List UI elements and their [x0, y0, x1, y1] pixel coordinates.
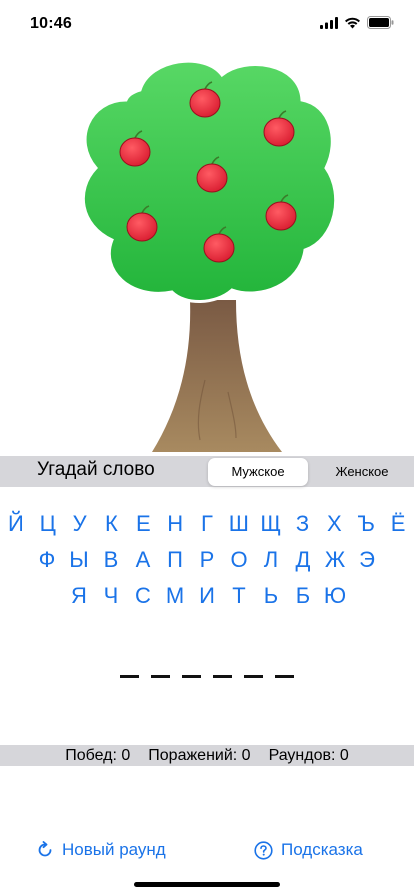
letter-key[interactable]: Ц — [32, 506, 64, 542]
letter-key[interactable]: Ъ — [350, 506, 382, 542]
segment-female[interactable]: Женское — [312, 458, 412, 486]
hint-label: Подсказка — [281, 840, 363, 859]
letter-key[interactable]: В — [95, 542, 127, 578]
letter-key[interactable]: Н — [159, 506, 191, 542]
letter-key[interactable]: Ю — [319, 578, 351, 614]
letter-key[interactable]: Б — [287, 578, 319, 614]
home-indicator[interactable] — [134, 882, 280, 887]
letter-key[interactable]: Я — [63, 578, 95, 614]
letter-key[interactable]: О — [223, 542, 255, 578]
letter-key[interactable]: Ж — [319, 542, 351, 578]
letter-keyboard: Й Ц У К Е Н Г Ш Щ З Х Ъ Ё Ф Ы В А П Р О … — [0, 506, 414, 614]
page-title: Угадай слово — [37, 459, 155, 480]
letter-key[interactable]: З — [287, 506, 319, 542]
keyboard-row-2: Ф Ы В А П Р О Л Д Ж Э — [0, 542, 414, 578]
rounds-count: Раундов: 0 — [268, 747, 349, 764]
keyboard-row-3: Я Ч С М И Т Ь Б Ю — [0, 578, 414, 614]
letter-slot — [120, 675, 139, 678]
signal-icon — [320, 16, 338, 29]
letter-key[interactable]: Х — [318, 506, 350, 542]
letter-key[interactable]: У — [64, 506, 96, 542]
new-round-label: Новый раунд — [62, 840, 166, 859]
new-round-button[interactable]: Новый раунд — [36, 840, 166, 860]
letter-key[interactable]: Й — [0, 506, 32, 542]
letter-slot — [182, 675, 201, 678]
gender-segmented-control[interactable]: Мужское Женское — [206, 458, 412, 486]
letter-key[interactable]: Т — [223, 578, 255, 614]
letter-key[interactable]: Щ — [255, 506, 287, 542]
letter-key[interactable]: Ё — [382, 506, 414, 542]
status-icons — [320, 16, 394, 29]
letter-key[interactable]: И — [191, 578, 223, 614]
letter-key[interactable]: А — [127, 542, 159, 578]
game-toolbar: Угадай слово Мужское Женское — [0, 456, 414, 487]
tree-illustration — [0, 48, 414, 456]
letter-key[interactable]: С — [127, 578, 159, 614]
letter-key[interactable]: Д — [287, 542, 319, 578]
letter-key[interactable]: М — [159, 578, 191, 614]
letter-key[interactable]: Ы — [63, 542, 95, 578]
hidden-word — [0, 655, 414, 678]
question-circle-icon — [254, 840, 273, 860]
letter-key[interactable]: Г — [191, 506, 223, 542]
battery-icon — [367, 16, 394, 29]
tree-trunk — [152, 300, 282, 452]
status-bar: 10:46 — [0, 0, 414, 48]
letter-key[interactable]: К — [96, 506, 128, 542]
status-time: 10:46 — [30, 15, 72, 32]
segment-male[interactable]: Мужское — [208, 458, 308, 486]
letter-key[interactable]: П — [159, 542, 191, 578]
letter-slot — [275, 675, 294, 678]
losses-count: Поражений: 0 — [148, 747, 251, 764]
refresh-icon — [38, 841, 52, 857]
stats-bar: Побед: 0 Поражений: 0 Раундов: 0 — [0, 745, 414, 766]
letter-slot — [244, 675, 263, 678]
letter-key[interactable]: Р — [191, 542, 223, 578]
letter-key[interactable]: Э — [351, 542, 383, 578]
wins-count: Побед: 0 — [65, 747, 131, 764]
letter-slot — [151, 675, 170, 678]
keyboard-row-1: Й Ц У К Е Н Г Ш Щ З Х Ъ Ё — [0, 506, 414, 542]
letter-key[interactable]: Ч — [95, 578, 127, 614]
letter-key[interactable]: Ь — [255, 578, 287, 614]
letter-key[interactable]: Ш — [223, 506, 255, 542]
letter-slot — [213, 675, 232, 678]
hint-button[interactable]: Подсказка — [254, 840, 363, 860]
letter-key[interactable]: Е — [127, 506, 159, 542]
wifi-icon — [345, 17, 360, 28]
tree-svg — [81, 59, 338, 452]
letter-key[interactable]: Ф — [31, 542, 63, 578]
letter-key[interactable]: Л — [255, 542, 287, 578]
